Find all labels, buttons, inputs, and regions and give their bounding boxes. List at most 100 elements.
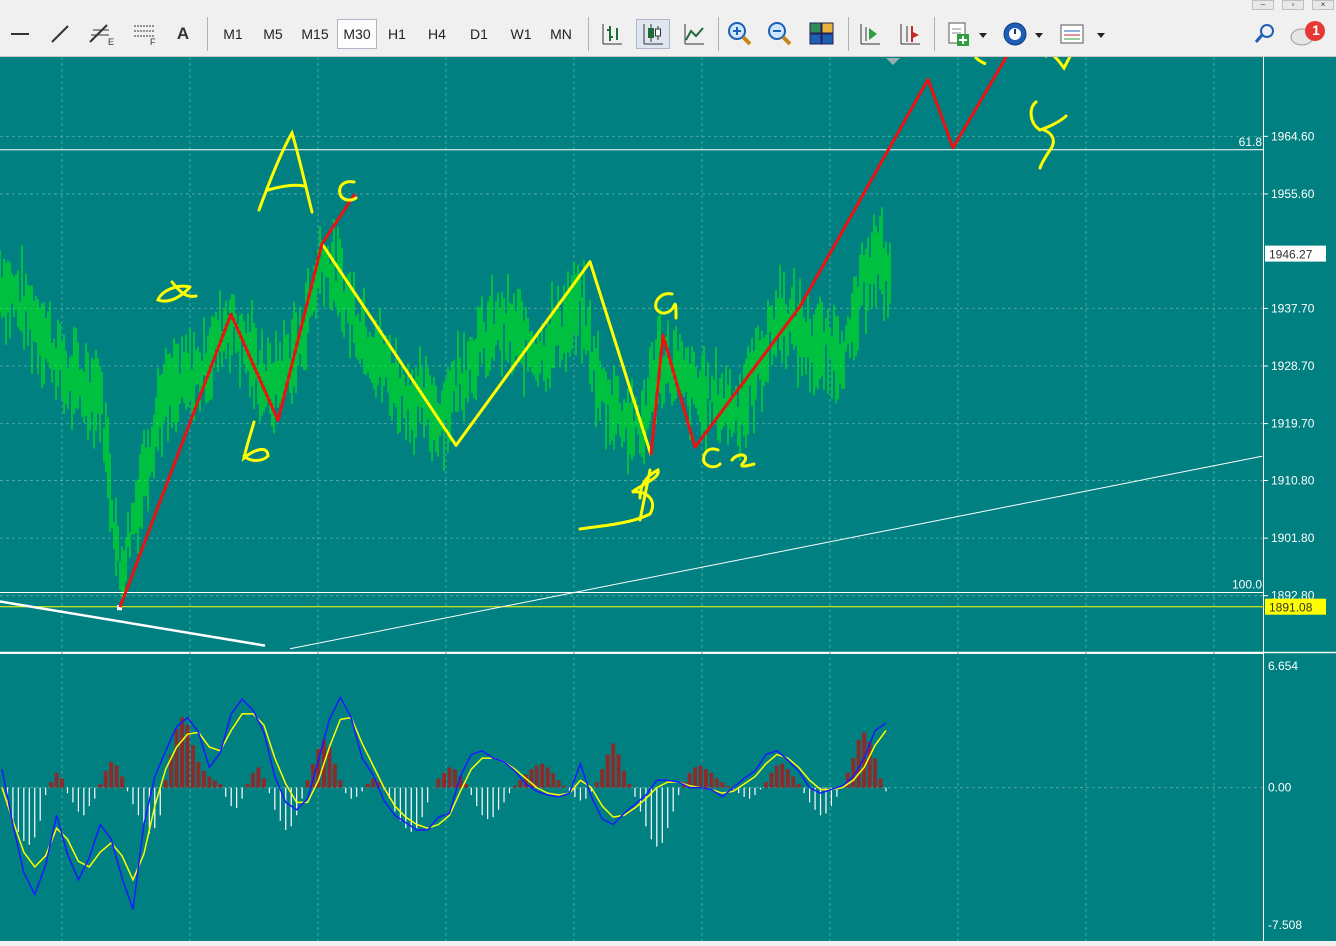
toolbar-separator bbox=[207, 17, 208, 51]
toolbar-separator bbox=[718, 17, 719, 51]
macd-histogram-bar bbox=[600, 769, 605, 788]
macd-histogram-bar bbox=[218, 783, 223, 788]
price-tick-label: 1928.70 bbox=[1271, 359, 1315, 373]
timeframe-m1-button[interactable]: M1 bbox=[213, 19, 253, 49]
macd-histogram-bar bbox=[196, 761, 201, 788]
macd-histogram-bar bbox=[605, 754, 610, 788]
bar-chart-icon[interactable] bbox=[596, 19, 628, 49]
fib-level-label: 61.8 bbox=[1239, 135, 1263, 149]
macd-histogram-bar bbox=[627, 783, 632, 788]
macd-histogram-bar bbox=[447, 767, 452, 788]
timeframe-m5-button[interactable]: M5 bbox=[253, 19, 293, 49]
macd-histogram-bar bbox=[109, 761, 114, 788]
toolbar-separator bbox=[588, 17, 589, 51]
toolbar-separator bbox=[848, 17, 849, 51]
macd-histogram-bar bbox=[212, 780, 217, 788]
chart-window[interactable]: 61.8 100.0 1964.60 1955.60 1937.70 1928.70 19… bbox=[0, 0, 1336, 941]
notification-count-badge: 1 bbox=[1312, 22, 1320, 38]
macd-histogram-bar bbox=[245, 783, 250, 788]
macd-histogram-bar bbox=[98, 783, 103, 788]
chart-shift-icon[interactable] bbox=[894, 19, 926, 49]
macd-histogram-bar bbox=[594, 782, 599, 788]
horizontal-line-icon[interactable] bbox=[4, 19, 36, 49]
macd-histogram-bar bbox=[190, 745, 195, 788]
macd-histogram-bar bbox=[698, 765, 703, 788]
macd-histogram-bar bbox=[452, 769, 457, 788]
timeframe-w1-button[interactable]: W1 bbox=[501, 19, 541, 49]
macd-histogram-bar bbox=[49, 782, 54, 788]
templates-icon[interactable] bbox=[1056, 19, 1108, 49]
macd-histogram-bar bbox=[256, 767, 261, 788]
macd-histogram-bar bbox=[540, 763, 545, 788]
price-tick-label: 1910.80 bbox=[1271, 474, 1315, 488]
macd-histogram-bar bbox=[251, 772, 256, 788]
fibonacci-expansion-icon[interactable]: E bbox=[84, 19, 120, 49]
chart-toolbar: – ▫ × E F A M1 M5 M15 M30 H1 H4 D1 W1 MN bbox=[0, 0, 1336, 57]
macd-histogram-bar bbox=[305, 780, 310, 788]
autoscroll-icon[interactable] bbox=[854, 19, 886, 49]
macd-histogram-bar bbox=[703, 769, 708, 788]
zoom-in-icon[interactable] bbox=[724, 19, 756, 49]
macd-histogram-bar bbox=[545, 767, 550, 788]
close-window-button[interactable]: × bbox=[1312, 0, 1334, 10]
macd-histogram-bar bbox=[780, 763, 785, 788]
chart-canvas[interactable]: 61.8 100.0 1964.60 1955.60 1937.70 1928.70 19… bbox=[0, 0, 1336, 941]
indicator-tick-label: -7.508 bbox=[1268, 918, 1302, 932]
macd-histogram-bar bbox=[114, 765, 119, 788]
macd-histogram-bar bbox=[774, 765, 779, 788]
indicator-tick-label: 0.00 bbox=[1268, 781, 1292, 795]
fibonacci-fan-icon[interactable]: F bbox=[128, 19, 164, 49]
timeframe-h1-button[interactable]: H1 bbox=[377, 19, 417, 49]
price-tick-label: 1901.80 bbox=[1271, 531, 1315, 545]
macd-histogram-bar bbox=[796, 783, 801, 788]
macd-histogram-bar bbox=[616, 754, 621, 788]
macd-histogram-bar bbox=[785, 769, 790, 788]
timeframe-d1-button[interactable]: D1 bbox=[459, 19, 499, 49]
macd-histogram-bar bbox=[365, 783, 370, 788]
price-tick-label: 1964.60 bbox=[1271, 129, 1315, 143]
macd-histogram-bar bbox=[207, 776, 212, 788]
macd-histogram-bar bbox=[436, 778, 441, 788]
candlestick-icon[interactable] bbox=[636, 19, 670, 49]
line-chart-icon[interactable] bbox=[678, 19, 710, 49]
periods-icon[interactable] bbox=[998, 19, 1046, 49]
minimize-window-button[interactable]: – bbox=[1252, 0, 1274, 10]
text-tool-icon[interactable]: A bbox=[170, 19, 196, 49]
macd-histogram-bar bbox=[201, 771, 206, 788]
macd-histogram-bar bbox=[873, 758, 878, 788]
search-icon[interactable] bbox=[1250, 19, 1280, 49]
zoom-out-icon[interactable] bbox=[764, 19, 796, 49]
macd-histogram-bar bbox=[611, 743, 616, 788]
price-tick-label: 1919.70 bbox=[1271, 417, 1315, 431]
macd-histogram-bar bbox=[562, 785, 567, 788]
timeframe-mn-button[interactable]: MN bbox=[541, 19, 581, 49]
macd-histogram-bar bbox=[163, 780, 168, 788]
macd-histogram-bar bbox=[769, 772, 774, 788]
macd-histogram-bar bbox=[332, 763, 337, 788]
add-indicator-icon[interactable] bbox=[942, 19, 990, 49]
macd-histogram-bar bbox=[709, 772, 714, 788]
macd-histogram-bar bbox=[720, 782, 725, 788]
notifications-icon[interactable]: 1 bbox=[1288, 19, 1332, 49]
low-price-label: 1891.08 bbox=[1269, 601, 1313, 615]
toolbar-separator bbox=[934, 17, 935, 51]
restore-window-button[interactable]: ▫ bbox=[1282, 0, 1304, 10]
timeframe-m30-button[interactable]: M30 bbox=[337, 19, 377, 49]
price-tick-label: 1955.60 bbox=[1271, 187, 1315, 201]
trendline-icon[interactable] bbox=[44, 19, 76, 49]
timeframe-h4-button[interactable]: H4 bbox=[417, 19, 457, 49]
macd-histogram-bar bbox=[693, 767, 698, 788]
indicator-tick-label: 6.654 bbox=[1268, 659, 1298, 673]
macd-histogram-bar bbox=[431, 787, 436, 789]
timeframe-m15-button[interactable]: M15 bbox=[295, 19, 335, 49]
macd-histogram-bar bbox=[518, 780, 523, 788]
macd-histogram-bar bbox=[551, 772, 556, 788]
tile-windows-icon[interactable] bbox=[806, 19, 838, 49]
macd-histogram-bar bbox=[725, 785, 730, 788]
current-price-label: 1946.27 bbox=[1269, 248, 1313, 262]
macd-histogram-bar bbox=[512, 785, 517, 788]
macd-histogram-bar bbox=[878, 778, 883, 788]
macd-histogram-bar bbox=[763, 782, 768, 788]
fibonacci-fan-badge: F bbox=[150, 37, 156, 46]
macd-histogram-bar bbox=[54, 772, 59, 788]
